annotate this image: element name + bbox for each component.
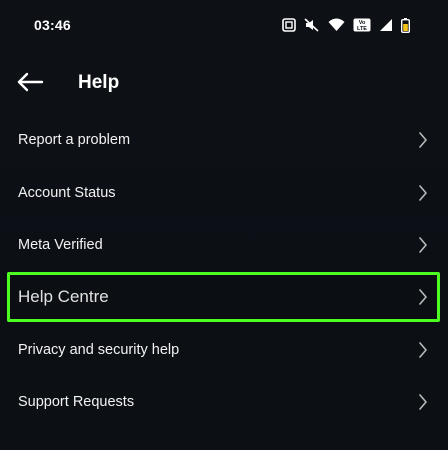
menu-item-label: Account Status — [18, 184, 116, 201]
signal-icon — [379, 18, 393, 32]
svg-text:LTE: LTE — [357, 26, 367, 32]
menu-item-help-centre[interactable]: Help Centre — [0, 271, 448, 323]
wifi-icon — [328, 18, 345, 32]
chevron-right-icon — [418, 132, 428, 148]
menu-item-account-status[interactable]: Account Status — [0, 166, 448, 218]
menu-item-label: Privacy and security help — [18, 341, 180, 358]
menu-item-label: Report a problem — [18, 132, 131, 149]
mute-icon — [304, 18, 320, 32]
battery-icon — [401, 17, 410, 33]
menu-item-label: Help Centre — [18, 287, 109, 307]
back-button[interactable] — [14, 70, 46, 98]
volte-icon: Vo LTE — [353, 18, 371, 32]
menu-item-label: Support Requests — [18, 394, 135, 411]
menu-item-privacy-and-security-help[interactable]: Privacy and security help — [0, 324, 448, 376]
chevron-right-icon — [418, 394, 428, 410]
status-icons: Vo LTE — [282, 16, 410, 34]
chevron-right-icon — [418, 184, 428, 201]
chevron-right-icon — [418, 237, 428, 253]
app-header: Help — [0, 60, 448, 106]
menu-item-meta-verified[interactable]: Meta Verified — [0, 219, 448, 271]
nfc-icon — [282, 18, 296, 32]
status-bar: 03:46 Vo LTE — [0, 0, 448, 52]
menu-item-report-a-problem[interactable]: Report a problem — [0, 114, 448, 166]
status-time: 03:46 — [34, 17, 71, 33]
page-title: Help — [78, 72, 120, 93]
menu-item-label: Meta Verified — [18, 236, 103, 253]
chevron-right-icon — [418, 341, 428, 358]
arrow-left-icon — [16, 72, 44, 97]
help-screen: 03:46 Vo LTE Help Report a problem Accou… — [0, 0, 448, 450]
chevron-right-icon — [418, 289, 428, 306]
menu-item-support-requests[interactable]: Support Requests — [0, 376, 448, 428]
help-menu-list: Report a problem Account Status Meta Ver… — [0, 114, 448, 428]
